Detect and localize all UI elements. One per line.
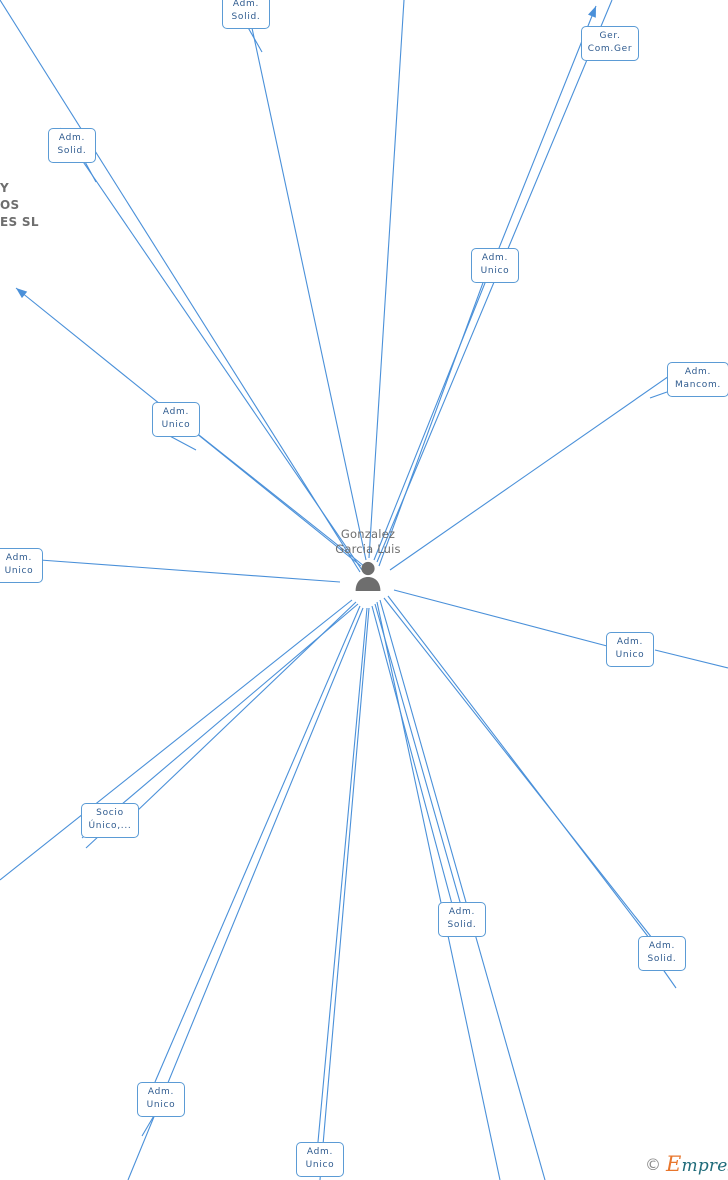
- graph-edge: [59, 127, 363, 571]
- edge-arrowhead: [588, 6, 596, 18]
- node-label-line2: Unico: [480, 266, 510, 276]
- lbl-bottom-adm-unico-1[interactable]: Adm. Unico: [137, 1082, 185, 1117]
- node-label-line1: Adm.: [306, 1147, 334, 1157]
- lbl-mid-adm-solid[interactable]: Adm. Solid.: [438, 902, 486, 937]
- center-node-name-line1: Gonzalez: [340, 527, 396, 541]
- graph-edge: [389, 373, 673, 571]
- node-label-line1: Ger.: [599, 31, 621, 41]
- lbl-adm-mancom[interactable]: Adm. Mancom.: [667, 362, 728, 397]
- node-label-line1: Adm.: [616, 637, 644, 647]
- graph-edge: [373, 5, 597, 561]
- center-node[interactable]: Gonzalez Garcia Luis: [304, 527, 432, 591]
- lbl-right-adm-unico-1[interactable]: Adm. Unico: [471, 248, 519, 283]
- lbl-left-adm-solid[interactable]: Adm. Solid.: [48, 128, 96, 163]
- lbl-edge-adm-unico[interactable]: Adm. Unico: [0, 548, 43, 583]
- node-label-line1: Adm.: [147, 1087, 175, 1097]
- node-label-line2: Unico: [305, 1160, 335, 1170]
- node-label-line1: Adm.: [481, 253, 509, 263]
- node-label-line2: Unico: [615, 650, 645, 660]
- graph-edge: [0, 599, 353, 881]
- graph-edge: [379, 599, 546, 1180]
- node-label-line2: Solid.: [231, 12, 261, 22]
- node-label-line2: Unico: [146, 1100, 176, 1110]
- node-label-line1: Adm.: [5, 553, 33, 563]
- node-label-line2: Único,...: [88, 821, 132, 831]
- graph-edge: [154, 605, 361, 1083]
- cut-off-company-text: Y OS ES SL: [0, 180, 39, 231]
- cut-off-company-line2: OS: [0, 198, 20, 212]
- node-label-line1: Adm.: [232, 0, 260, 9]
- lbl-right-adm-unico-2[interactable]: Adm. Unico: [606, 632, 654, 667]
- lbl-bottom-adm-unico-2[interactable]: Adm. Unico: [296, 1142, 344, 1177]
- graph-edge: [371, 605, 453, 905]
- cut-off-company-line3: ES SL: [0, 215, 39, 229]
- node-label-line1: Adm.: [648, 941, 676, 951]
- node-label-line2: Unico: [161, 420, 191, 430]
- lbl-ger-com-ger[interactable]: Ger. Com.Ger: [581, 26, 639, 61]
- node-label-line1: Adm.: [162, 407, 190, 417]
- node-label-line1: Socio: [96, 808, 124, 818]
- graph-edge: [661, 967, 677, 989]
- lbl-top-adm-solid[interactable]: Adm. Solid.: [222, 0, 270, 29]
- node-label-line1: Adm.: [684, 367, 712, 377]
- node-label-line2: Solid.: [447, 920, 477, 930]
- graph-edge: [374, 603, 469, 931]
- graph-edge: [83, 159, 97, 183]
- graph-edge: [368, 0, 405, 559]
- node-label-line2: Unico: [4, 566, 34, 576]
- copyright-icon: ©: [645, 1154, 661, 1174]
- node-label-line2: Solid.: [57, 146, 87, 156]
- edge-arrowhead: [16, 288, 28, 299]
- graph-edge: [0, 0, 361, 573]
- person-icon: [304, 559, 432, 591]
- graph-edge: [141, 1113, 156, 1137]
- relationship-graph-canvas[interactable]: Adm. Solid. Ger. Com.Ger Adm. Solid. Adm. Unico…: [0, 0, 728, 1180]
- lbl-bottom-adm-solid[interactable]: Adm. Solid.: [638, 936, 686, 971]
- cut-off-company-line1: Y: [0, 181, 9, 195]
- node-label-line1: Adm.: [448, 907, 476, 917]
- graph-edge: [654, 649, 728, 669]
- node-label-line1: Adm.: [58, 133, 86, 143]
- empresia-watermark: © Empresia: [645, 1152, 728, 1176]
- graph-edge: [393, 589, 608, 647]
- graph-edge: [317, 607, 368, 1143]
- watermark-brand: Empresia: [666, 1152, 728, 1176]
- lbl-socio-unico[interactable]: Socio Único,...: [81, 803, 139, 838]
- watermark-brand-rest: mpresia: [681, 1156, 728, 1176]
- graph-edge: [245, 0, 367, 561]
- graph-edge: [39, 559, 341, 583]
- watermark-brand-initial: E: [666, 1152, 682, 1176]
- graph-edge: [649, 391, 668, 399]
- node-label-line2: Solid.: [647, 954, 677, 964]
- graph-edge: [376, 601, 501, 1180]
- graph-edge: [378, 249, 496, 567]
- lbl-mid-adm-unico[interactable]: Adm. Unico: [152, 402, 200, 437]
- node-label-line2: Com.Ger: [587, 44, 633, 54]
- center-node-name-line2: Garcia Luis: [335, 542, 401, 556]
- node-label-line2: Mancom.: [675, 380, 721, 390]
